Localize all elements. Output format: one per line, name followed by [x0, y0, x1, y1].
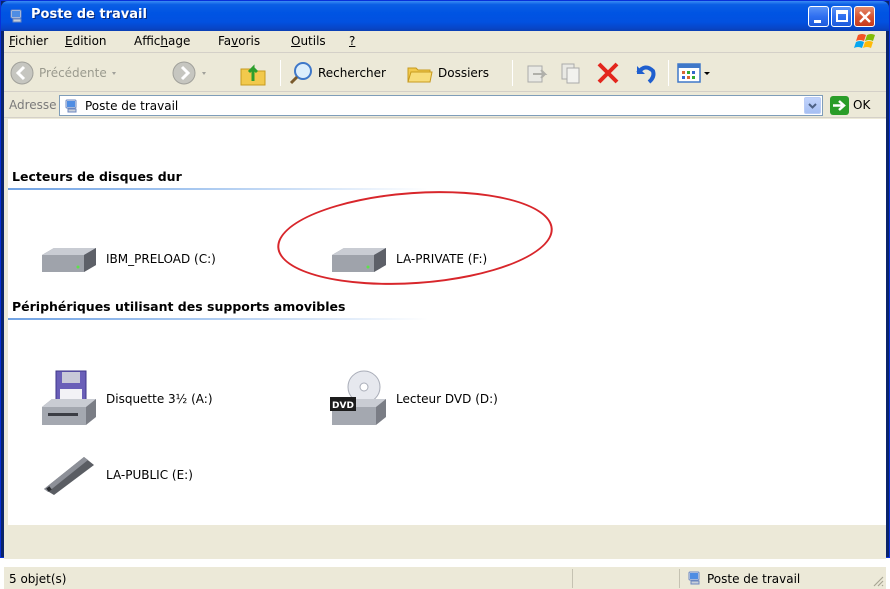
- views-button[interactable]: [676, 60, 714, 86]
- windows-logo-icon: [854, 34, 875, 48]
- move-to-button[interactable]: [523, 60, 549, 86]
- drive-item-c[interactable]: IBM_PRELOAD (C:): [38, 243, 216, 275]
- drive-label: LA-PRIVATE (F:): [396, 252, 488, 266]
- search-label: Rechercher: [318, 66, 386, 80]
- address-bar: Adresse Poste de travail OK: [4, 93, 886, 118]
- folders-button[interactable]: Dossiers: [406, 60, 489, 86]
- back-dropdown-icon[interactable]: [107, 60, 121, 86]
- resize-grip-icon[interactable]: [872, 575, 884, 587]
- go-arrow-icon: [833, 100, 846, 111]
- drive-item-d[interactable]: DVD Lecteur DVD (D:): [328, 369, 498, 429]
- views-icon: [677, 63, 710, 83]
- my-computer-icon: [10, 9, 22, 23]
- window-title: Poste de travail: [31, 7, 147, 22]
- group-divider: [8, 318, 428, 320]
- move-to-icon: [527, 65, 548, 83]
- group-divider: [8, 188, 428, 190]
- back-arrow-icon: [10, 61, 34, 85]
- address-value: Poste de travail: [85, 99, 179, 113]
- file-view: Lecteurs de disques dur IBM_PRELOAD (C:): [8, 119, 886, 525]
- status-divider: [572, 569, 573, 588]
- maximize-icon: [836, 10, 848, 22]
- folders-label: Dossiers: [438, 66, 489, 80]
- svg-text:DVD: DVD: [332, 401, 354, 411]
- close-button[interactable]: [854, 6, 875, 27]
- address-dropdown-button[interactable]: [804, 97, 821, 114]
- title-bar[interactable]: Poste de travail: [1, 1, 889, 31]
- go-button[interactable]: [830, 96, 849, 115]
- go-label[interactable]: OK: [853, 98, 870, 112]
- menu-bar: Fichier Edition Affichage Favoris Outils…: [4, 31, 886, 53]
- floppy-drive-icon: [42, 370, 96, 425]
- toolbar-separator: [668, 60, 669, 86]
- toolbar-separator: [280, 60, 281, 86]
- chevron-down-icon: [808, 103, 817, 109]
- copy-to-icon: [561, 63, 580, 84]
- explorer-window: Poste de travail Fichier Edition Afficha…: [0, 0, 890, 589]
- delete-icon: [597, 62, 619, 84]
- undo-icon: [636, 65, 656, 84]
- close-icon: [859, 11, 871, 23]
- minimize-button[interactable]: [808, 6, 829, 27]
- drive-label: Lecteur DVD (D:): [396, 392, 498, 406]
- menu-edit[interactable]: Edition: [65, 34, 107, 48]
- group-header-removable: Périphériques utilisant des supports amo…: [12, 299, 346, 314]
- usb-drive-icon: [44, 457, 94, 495]
- drive-item-a[interactable]: Disquette 3½ (A:): [38, 369, 213, 429]
- drive-item-e[interactable]: LA-PUBLIC (E:): [38, 453, 193, 497]
- status-location: Poste de travail: [707, 572, 801, 586]
- maximize-button[interactable]: [831, 6, 852, 27]
- dvd-drive-icon: DVD: [330, 370, 386, 425]
- drive-label: LA-PUBLIC (E:): [106, 468, 193, 482]
- window-client: Fichier Edition Affichage Favoris Outils…: [4, 31, 886, 589]
- delete-button[interactable]: [595, 60, 621, 86]
- menu-view[interactable]: Affichage: [134, 34, 190, 48]
- menu-help[interactable]: ?: [349, 34, 355, 48]
- menu-favorites[interactable]: Favoris: [218, 34, 260, 48]
- copy-to-button[interactable]: [558, 60, 584, 86]
- address-field[interactable]: Poste de travail: [59, 95, 823, 116]
- status-object-count: 5 objet(s): [9, 572, 67, 586]
- menu-tools[interactable]: Outils: [291, 34, 326, 48]
- drive-item-f[interactable]: LA-PRIVATE (F:): [328, 243, 487, 275]
- menu-file[interactable]: Fichier: [9, 34, 48, 48]
- back-label: Précédente: [39, 66, 107, 80]
- up-folder-icon: [240, 64, 266, 86]
- forward-dropdown-icon[interactable]: [197, 60, 211, 86]
- back-button[interactable]: Précédente: [9, 60, 121, 86]
- status-divider: [679, 569, 680, 588]
- toolbar-separator: [512, 60, 513, 86]
- drive-label: IBM_PRELOAD (C:): [106, 252, 216, 266]
- undo-button[interactable]: [631, 60, 659, 86]
- forward-arrow-icon: [172, 61, 196, 85]
- address-label: Adresse: [9, 98, 57, 112]
- hard-drive-icon: [332, 248, 386, 272]
- search-icon: [289, 62, 312, 85]
- forward-button[interactable]: [171, 60, 211, 86]
- my-computer-icon: [688, 571, 700, 585]
- my-computer-icon: [65, 99, 77, 113]
- group-header-hard-drives: Lecteurs de disques dur: [12, 169, 182, 184]
- status-bar: 5 objet(s) Poste de travail: [4, 566, 886, 589]
- search-button[interactable]: Rechercher: [288, 60, 386, 86]
- hard-drive-icon: [42, 248, 96, 272]
- standard-toolbar: Précédente Rechercher Dossiers: [4, 54, 886, 92]
- up-folder-button[interactable]: [238, 59, 268, 87]
- drive-label: Disquette 3½ (A:): [106, 392, 213, 406]
- folders-icon: [407, 67, 433, 83]
- minimize-icon: [814, 20, 821, 23]
